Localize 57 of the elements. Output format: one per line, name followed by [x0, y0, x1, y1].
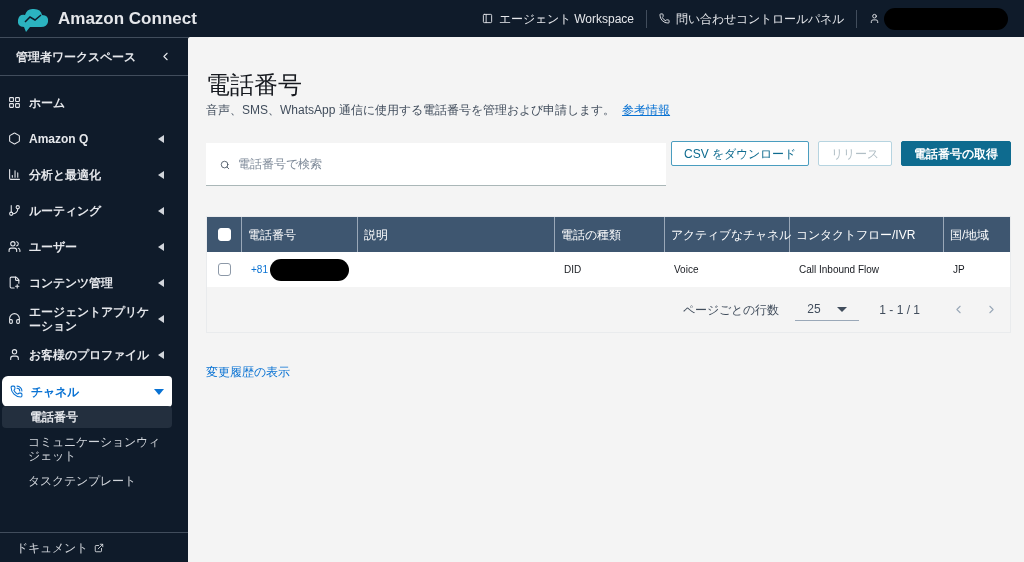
external-link-icon: [94, 542, 104, 553]
column-header: 国/地域: [949, 226, 991, 244]
headset-icon: [8, 312, 21, 325]
users-icon: [8, 240, 21, 253]
sidebar-item[interactable]: コンテンツ管理: [0, 268, 172, 297]
docs-link[interactable]: ドキュメント: [16, 538, 88, 557]
page-description: 音声、SMS、WhatsApp 通信に使用する電話番号を管理および申請します。 参考情報: [206, 102, 672, 119]
hexagon-icon: [8, 132, 21, 145]
sidebar-title: 管理者ワークスペース: [16, 48, 136, 66]
sidebar-subitem[interactable]: コミュニケーションウィジェット: [0, 431, 172, 467]
caret-icon: [158, 170, 164, 179]
phone-icon: [10, 385, 23, 398]
phone-icon: [659, 13, 670, 24]
header-link[interactable]: エージェント Workspace: [473, 9, 642, 28]
sidebar-item[interactable]: ユーザー: [0, 232, 172, 261]
sidebar-item[interactable]: お客様のプロファイル: [0, 340, 172, 369]
caret-icon: [158, 350, 164, 359]
page-range: 1 - 1 / 1: [879, 301, 920, 319]
brand-name: Amazon Connect: [58, 7, 197, 30]
caret-icon: [154, 388, 164, 395]
sidebar-item[interactable]: Amazon Q: [0, 124, 172, 153]
caret-icon: [837, 306, 848, 312]
info-link[interactable]: 参考情報: [622, 103, 671, 117]
user-icon: [869, 13, 880, 24]
caret-icon: [158, 242, 164, 251]
rows-per-page-label: ページごとの行数: [683, 301, 780, 319]
page-title: 電話番号: [206, 71, 303, 99]
grid-icon: [8, 96, 21, 109]
user-icon: [8, 348, 21, 361]
branch-icon: [8, 204, 21, 217]
header-link[interactable]: 問い合わせコントロールパネル: [651, 9, 852, 28]
table-cell-text: Voice: [674, 263, 699, 277]
caret-icon: [158, 278, 164, 287]
sidebar-subitem[interactable]: 電話番号: [2, 406, 172, 428]
sidebar-item[interactable]: チャネル: [2, 376, 172, 407]
search-icon: [220, 160, 230, 170]
caret-icon: [158, 134, 164, 143]
bar-chart-icon: [8, 168, 21, 181]
sidebar-item[interactable]: ルーティング: [0, 196, 172, 225]
table-cell-text: Call Inbound Flow: [799, 263, 880, 277]
sidebar-subitem[interactable]: タスクテンプレート: [0, 470, 172, 492]
history-link[interactable]: 変更履歴の表示: [206, 363, 1011, 381]
checkbox[interactable]: [218, 263, 231, 276]
primary-button[interactable]: 電話番号の取得: [901, 141, 1011, 166]
sidebar-item[interactable]: 分析と最適化: [0, 160, 172, 189]
panel-icon: [481, 13, 493, 24]
caret-icon: [158, 314, 164, 323]
table-cell-text: DID: [564, 263, 582, 277]
search-field[interactable]: 電話番号で検索: [206, 143, 666, 186]
phone-number-link[interactable]: +81: [251, 262, 268, 277]
page-size-select[interactable]: 25: [795, 298, 860, 321]
caret-icon: [158, 206, 164, 215]
file-plus-icon: [8, 276, 21, 289]
sidebar-item[interactable]: ホーム: [0, 88, 172, 117]
sidebar-item[interactable]: エージェントアプリケーション: [0, 304, 172, 333]
secondary-button[interactable]: CSV をダウンロード: [671, 141, 809, 166]
table-cell-text: JP: [953, 263, 965, 277]
